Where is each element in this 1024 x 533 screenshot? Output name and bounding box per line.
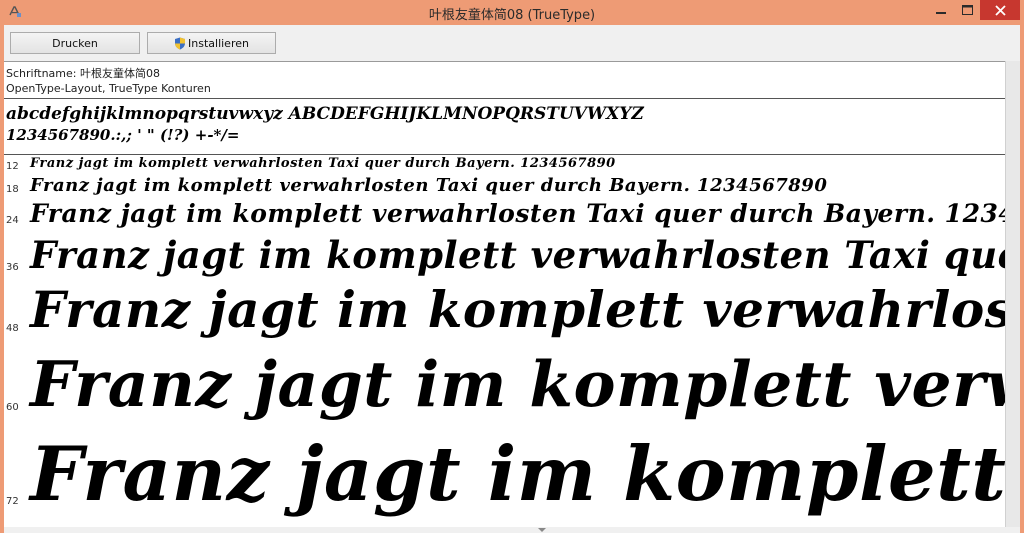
minimize-button[interactable] (928, 0, 954, 20)
close-icon (994, 4, 1006, 16)
charset-letters: abcdefghijklmnopqrstuvwxyz ABCDEFGHIJKLM… (6, 104, 644, 124)
shield-icon (175, 37, 186, 49)
sample-text: Franz jagt im komplett verwahrlosten Tax… (30, 199, 1005, 228)
print-button[interactable]: Drucken (10, 32, 140, 54)
sample-text: Franz jagt im komplett verwahrlosten Tax… (30, 175, 828, 196)
print-button-label: Drucken (52, 36, 98, 50)
font-viewer-window: 叶根友童体简08 (TrueType) Drucken Installieren… (0, 0, 1024, 533)
divider (4, 98, 1005, 99)
charset-symbols: 1234567890.:,; ' " (!?) +-*/= (6, 126, 240, 144)
font-preview-pane: Schriftname: 叶根友童体简08 OpenType-Layout, T… (4, 61, 1005, 528)
sample-size-label: 36 (6, 262, 19, 273)
window-title: 叶根友童体简08 (TrueType) (428, 8, 596, 23)
divider (4, 154, 1005, 155)
sample-text: Franz jagt im komplett verwahrlosten Tax… (30, 156, 616, 171)
maximize-icon (961, 5, 973, 15)
resize-grip-icon[interactable] (538, 528, 546, 532)
sample-text: Franz jagt im komplett verwahrlosten Tax… (30, 430, 1005, 518)
title-bar[interactable]: 叶根友童体简08 (TrueType) (0, 0, 1024, 25)
font-type-label: OpenType-Layout, TrueType Konturen (6, 82, 211, 95)
sample-text: Franz jagt im komplett verwahrlosten Tax… (30, 280, 1005, 339)
sample-text: Franz jagt im komplett verwahrlosten Tax… (30, 233, 1005, 277)
sample-text: Franz jagt im komplett verwahrlosten Tax… (30, 347, 1005, 421)
sample-size-label: 60 (6, 402, 19, 413)
sample-size-label: 48 (6, 323, 19, 334)
install-button-label: Installieren (188, 36, 249, 50)
sample-size-label: 72 (6, 496, 19, 507)
font-name-label: Schriftname: 叶根友童体简08 (6, 67, 160, 80)
minimize-icon (936, 12, 946, 14)
sample-size-label: 18 (6, 184, 19, 195)
sample-size-label: 12 (6, 161, 19, 172)
vertical-scrollbar[interactable] (1005, 61, 1020, 527)
close-button[interactable] (980, 0, 1020, 20)
bottom-border (4, 527, 1020, 533)
sample-size-label: 24 (6, 215, 19, 226)
toolbar: Drucken Installieren (4, 25, 1020, 61)
maximize-button[interactable] (954, 0, 980, 20)
install-button[interactable]: Installieren (147, 32, 276, 54)
